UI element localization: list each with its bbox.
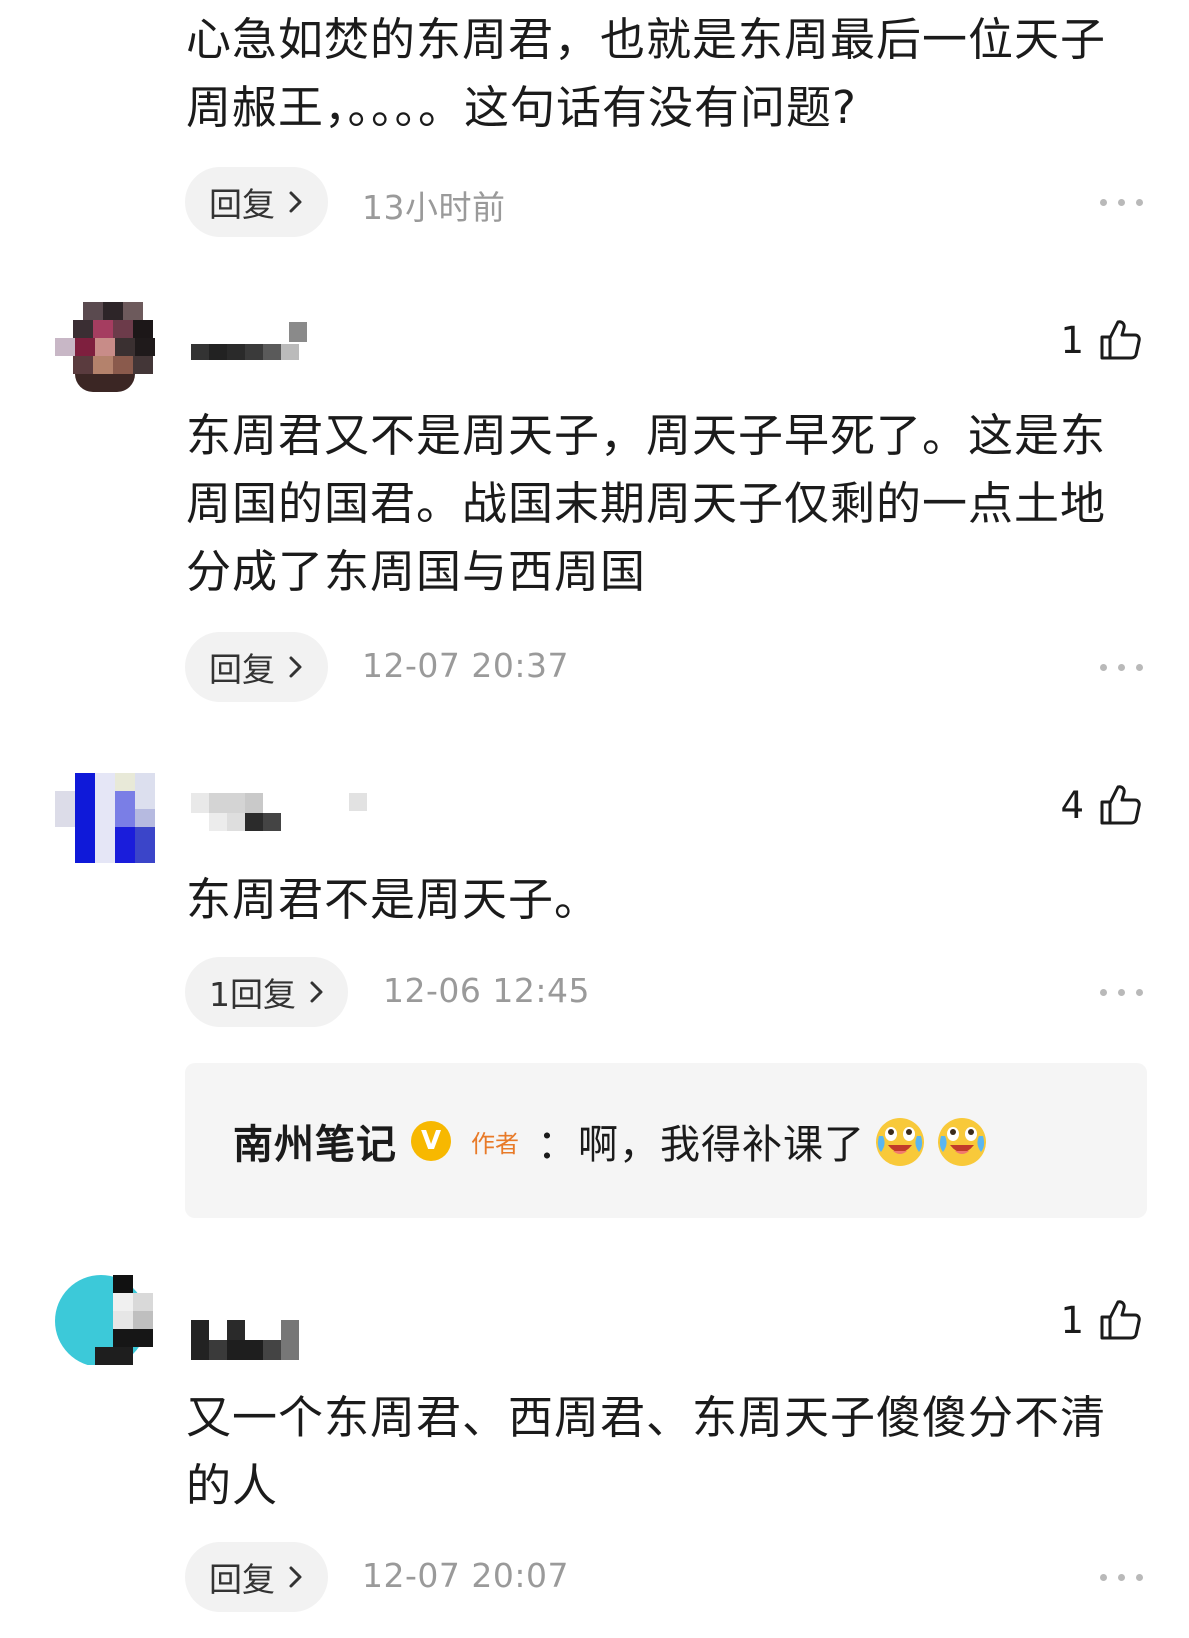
- like-button[interactable]: 1: [1060, 318, 1142, 362]
- chevron-right-icon: [289, 191, 302, 213]
- thumbs-up-icon: [1100, 1300, 1141, 1340]
- reply-button[interactable]: 1回复: [185, 957, 348, 1027]
- thumbs-up-icon: [1100, 320, 1141, 360]
- crying-laughing-emoji: [938, 1118, 986, 1166]
- reply-button[interactable]: 回复: [185, 1542, 328, 1612]
- more-dots-icon[interactable]: [1100, 986, 1144, 998]
- reply-button[interactable]: 回复: [185, 632, 328, 702]
- chevron-right-icon: [310, 981, 323, 1003]
- like-button[interactable]: 4: [1060, 783, 1142, 827]
- thumbs-up-icon: [1100, 785, 1141, 825]
- like-count: 1: [1060, 318, 1084, 362]
- author-reply-line: 南州笔记 V 作者 ：啊，我得补课了: [233, 1112, 989, 1170]
- more-dots-icon[interactable]: [1100, 196, 1144, 208]
- author-name[interactable]: 南州笔记: [233, 1112, 397, 1170]
- avatar[interactable]: [55, 773, 155, 863]
- comment-text: 又一个东周君、西周君、东周天子傻傻分不清的人: [186, 1391, 1107, 1512]
- crying-laughing-emoji: [876, 1118, 924, 1166]
- more-dots-icon[interactable]: [1100, 1571, 1144, 1583]
- author-reply-text: ：啊，我得补课了: [537, 1122, 865, 1168]
- comment-time: 13小时前: [362, 188, 506, 227]
- comment-time: 12-07 20:07: [362, 1556, 569, 1595]
- reply-label: 1回复: [209, 975, 296, 1014]
- username-blurred[interactable]: [191, 1320, 321, 1360]
- username-blurred[interactable]: [191, 322, 321, 362]
- chevron-right-icon: [289, 656, 302, 678]
- author-tag: 作者: [471, 1129, 519, 1158]
- author-reply-box[interactable]: 南州笔记 V 作者 ：啊，我得补课了: [185, 1063, 1147, 1218]
- comment-text: 东周君不是周天子。: [186, 873, 601, 926]
- avatar[interactable]: [55, 302, 155, 392]
- reply-label: 回复: [209, 1560, 275, 1599]
- comment-text: 心急如焚的东周君，也就是东周最后一位天子周赧王，。。。。这句话有没有问题?: [186, 13, 1107, 134]
- comment-text: 东周君又不是周天子，周天子早死了。这是东周国的国君。战国末期周天子仅剩的一点土地…: [186, 409, 1107, 598]
- like-count: 1: [1060, 1298, 1084, 1342]
- reply-label: 回复: [209, 185, 275, 224]
- more-dots-icon[interactable]: [1100, 661, 1144, 673]
- username-blurred[interactable]: [191, 793, 367, 833]
- reply-button[interactable]: 回复: [185, 167, 328, 237]
- comment-time: 12-07 20:37: [362, 646, 569, 685]
- avatar[interactable]: [55, 1275, 155, 1365]
- comment-time: 12-06 12:45: [383, 971, 590, 1010]
- chevron-right-icon: [289, 1566, 302, 1588]
- comment-list: 心急如焚的东周君，也就是东周最后一位天子周赧王，。。。。这句话有没有问题? 回复…: [0, 0, 1189, 1638]
- reply-label: 回复: [209, 650, 275, 689]
- like-button[interactable]: 1: [1060, 1298, 1142, 1342]
- like-count: 4: [1060, 783, 1084, 827]
- verified-badge-icon: V: [411, 1121, 451, 1161]
